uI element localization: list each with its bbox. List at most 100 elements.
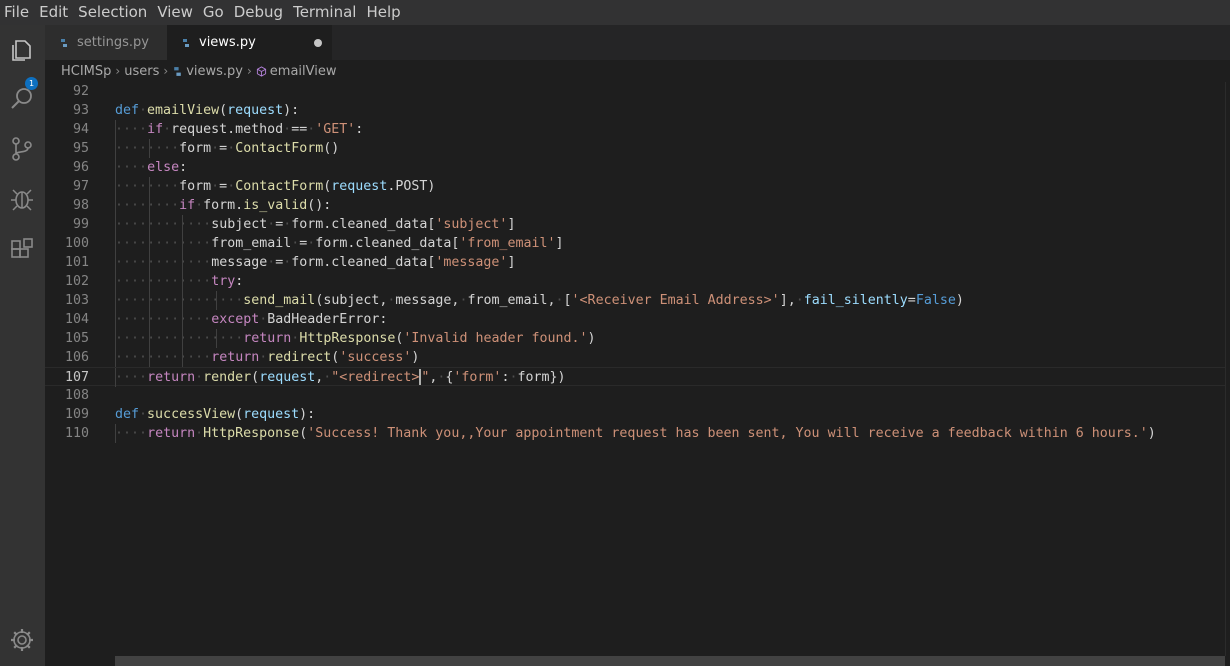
indent-guide [148,177,150,196]
chevron-right-icon: › [163,64,169,78]
indent-guide [148,291,150,310]
files-icon[interactable] [8,36,36,64]
code-line[interactable]: 100············from_email·=·form.cleaned… [45,234,1225,253]
code-text: def·successView(request): [115,407,316,422]
code-line[interactable]: 98 ········if·form.is_valid(): [45,196,1225,215]
breadcrumb: HCIMSp › users › views.py › emailView [45,60,1230,82]
code-editor[interactable]: 92 93 def·emailView(request): 94 ····if·requ… [45,82,1225,656]
indent-guide [115,215,116,234]
indent-guide [115,234,116,253]
code-line[interactable]: 99 ············subject·=·form.cleaned_dat… [45,215,1225,234]
menu-terminal[interactable]: Terminal [289,0,362,25]
tab-views-py[interactable]: views.py [167,25,332,60]
menu-bar: File Edit Selection View Go Debug Termin… [0,0,1230,25]
menu-file[interactable]: File [0,0,35,25]
search-icon[interactable] [8,85,36,113]
code-line[interactable]: 92 [45,82,1225,101]
python-file-icon [183,38,189,47]
line-number: 94 [72,122,89,137]
indent-guide [148,234,150,253]
code-line[interactable]: 95 ········form·=·ContactForm() [45,139,1225,158]
indent-guide [182,253,184,272]
source-control-icon[interactable] [8,135,36,163]
unsaved-dot-icon[interactable] [314,39,322,47]
line-number: 105 [64,331,89,346]
python-file-icon [61,38,67,47]
indent-guide [115,348,116,367]
menu-edit[interactable]: Edit [35,0,74,25]
breadcrumb-item[interactable]: views.py [186,64,243,79]
breadcrumb-item[interactable]: users [124,64,159,79]
indent-guide [182,310,184,329]
line-number: 102 [64,274,89,289]
indent-guide [115,253,116,272]
code-line[interactable]: 94 ····if·request.method·==·'GET': [45,120,1225,139]
indent-guide [115,158,116,177]
settings-gear-icon[interactable] [8,626,36,654]
menu-help[interactable]: Help [362,0,406,25]
code-line[interactable]: 97 ········form·=·ContactForm(request.POS… [45,177,1225,196]
indent-guide [115,310,116,329]
indent-guide [148,272,150,291]
line-number: 100 [64,236,89,251]
code-text: ················return·HttpResponse('Inv… [115,331,596,346]
line-number: 98 [72,198,89,213]
line-number: 92 [72,84,89,99]
line-number: 106 [64,350,89,365]
line-number: 96 [72,160,89,175]
indent-guide [115,139,116,158]
breadcrumb-item[interactable]: emailView [270,64,337,79]
code-line[interactable]: 101 ············message·=·form.cleaned_da… [45,253,1225,272]
code-text: ····else: [115,160,188,175]
code-line[interactable]: 103 ················send_mail(subject,·me… [45,291,1225,310]
indent-guide [115,120,116,139]
line-number: 108 [64,388,89,403]
menu-debug[interactable]: Debug [230,0,289,25]
indent-guide [115,329,116,348]
indent-guide [148,310,150,329]
menu-view[interactable]: View [153,0,199,25]
indent-guide [182,291,184,310]
line-number: 104 [64,312,89,327]
code-text: ············try: [115,274,244,289]
indent-guide [148,196,150,215]
indent-guide [215,329,217,348]
code-text: def·emailView(request): [115,103,300,118]
tab-settings-py[interactable]: settings.py [45,25,167,60]
chevron-right-icon: › [246,64,252,78]
menu-selection[interactable]: Selection [74,0,153,25]
code-line[interactable]: 102 ············try: [45,272,1225,291]
debug-icon[interactable] [8,185,36,213]
indent-guide [148,253,150,272]
chevron-right-icon: › [115,64,121,78]
line-number: 101 [64,255,89,270]
horizontal-scrollbar[interactable] [115,656,1225,666]
code-text: ····if·request.method·==·'GET': [115,122,364,137]
code-text: ············except·BadHeaderError: [115,312,388,327]
indent-guide [148,215,150,234]
line-number: 97 [72,179,89,194]
python-file-icon [174,66,181,76]
code-text: ············subject·=·form.cleaned_data[… [115,217,516,232]
menu-go[interactable]: Go [199,0,230,25]
indent-guide [148,329,150,348]
code-line[interactable]: 105 ················return·HttpResponse('… [45,329,1225,348]
code-line[interactable]: 109 def·successView(request): [45,405,1225,424]
code-line[interactable]: 104 ············except·BadHeaderError: [45,310,1225,329]
code-line[interactable]: 96 ····else: [45,158,1225,177]
code-line[interactable]: 107 ····return·render(request,·"<redirect… [45,367,1225,387]
code-text: ····return·render(request,·"<redirect> ",… [115,369,566,385]
code-line[interactable]: 110 ····return·HttpResponse('Success! Tha… [45,424,1225,443]
extensions-icon[interactable] [8,236,36,264]
indent-guide [182,329,184,348]
line-number: 109 [64,407,89,422]
indent-guide [182,234,184,253]
editor-tab-bar: settings.py views.py [45,25,1230,60]
breadcrumb-item[interactable]: HCIMSp [61,64,111,79]
code-text: ····return·HttpResponse('Success! Thank … [115,426,1156,441]
code-line[interactable]: 93 def·emailView(request): [45,101,1225,120]
indent-guide [115,424,116,443]
vertical-scrollbar[interactable] [1225,82,1230,656]
code-line[interactable]: 106 ············return·redirect('success'… [45,348,1225,367]
code-line[interactable]: 108 [45,386,1225,405]
